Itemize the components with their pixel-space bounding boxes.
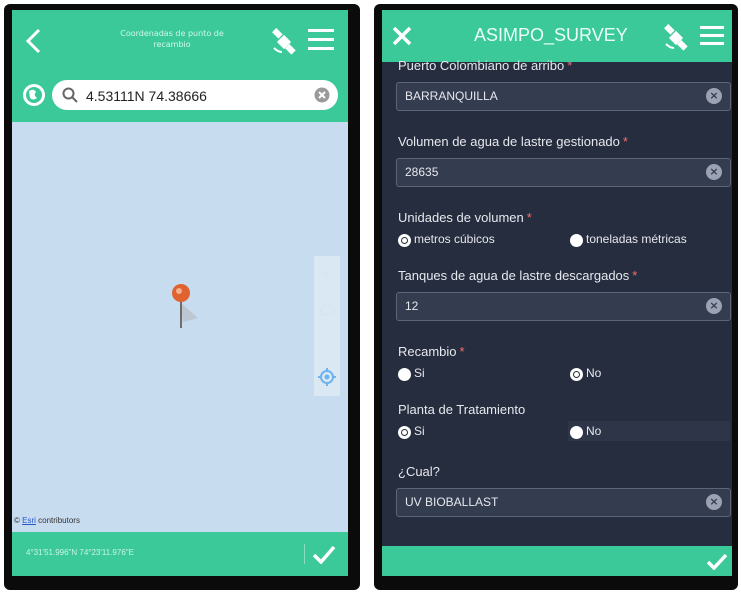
clear-icon[interactable]: × — [706, 298, 722, 314]
map-header: Coordenadas de punto de recambio — [12, 10, 348, 72]
form-title: ASIMPO_SURVEY — [474, 25, 628, 45]
clear-icon[interactable]: × — [706, 88, 722, 104]
home-icon[interactable] — [314, 294, 340, 324]
map-title: Coordenadas de punto de recambio — [120, 29, 224, 49]
radio-recambio-si[interactable] — [398, 368, 411, 381]
map-pin-icon — [172, 284, 198, 328]
satellite-icon[interactable] — [662, 22, 690, 52]
clear-icon[interactable]: × — [706, 164, 722, 180]
form-header: ASIMPO_SURVEY — [382, 10, 732, 62]
radio-recambio-no[interactable] — [570, 368, 583, 381]
tanques-input[interactable]: 12 × — [396, 292, 731, 321]
field-label-puerto: Puerto Colombiano de arribo * — [398, 58, 573, 73]
gps-locate-icon[interactable] — [314, 362, 340, 392]
clear-icon[interactable] — [314, 87, 330, 103]
field-label-recambio: Recambio * — [398, 344, 465, 359]
field-label-planta: Planta de Tratamiento — [398, 402, 526, 417]
satellite-icon[interactable] — [270, 26, 298, 56]
hamburger-menu-icon[interactable] — [700, 25, 724, 47]
search-icon — [62, 87, 78, 103]
radio-planta-no[interactable] — [570, 426, 583, 439]
back-chevron-icon[interactable] — [24, 28, 42, 54]
recambio-radio-group: Si No — [382, 366, 732, 384]
radio-metros[interactable] — [398, 234, 411, 247]
unidades-radio-group: metros cúbicos toneladas métricas — [382, 232, 732, 250]
radio-label-recambio-si: Si — [414, 366, 425, 380]
map-attribution: © Esri contributors — [14, 516, 80, 525]
puerto-input[interactable]: BARRANQUILLA × — [396, 82, 731, 111]
cual-input[interactable]: UV BIOBALLAST × — [396, 488, 731, 517]
close-x-icon[interactable] — [392, 26, 412, 46]
radio-label-metros: metros cúbicos — [414, 232, 495, 246]
field-label-volumen: Volumen de agua de lastre gestionado * — [398, 134, 628, 149]
checkmark-icon[interactable] — [312, 544, 336, 564]
esri-link[interactable]: Esri — [22, 516, 36, 525]
checkmark-icon[interactable] — [706, 552, 728, 570]
map-controls: + - — [314, 256, 340, 396]
form-footer — [382, 546, 732, 576]
map-footer: 4°31'51.996"N 74°23'11.976"E — [12, 532, 348, 576]
clear-icon[interactable]: × — [706, 494, 722, 510]
footer-divider — [304, 544, 305, 564]
radio-label-planta-no: No — [586, 424, 602, 438]
search-value: 4.53111N 74.38666 — [86, 88, 207, 104]
planta-radio-group: Si No — [382, 421, 732, 442]
radio-label-toneladas: toneladas métricas — [586, 232, 687, 246]
survey-form-screen: ASIMPO_SURVEY Puerto Colombiano de arrib… — [382, 10, 732, 576]
zoom-in-icon[interactable]: + — [314, 260, 340, 290]
radio-label-recambio-no: No — [586, 366, 602, 380]
field-label-cual: ¿Cual? — [398, 464, 440, 479]
field-label-unidades: Unidades de volumen * — [398, 210, 532, 225]
hamburger-menu-icon[interactable] — [308, 28, 334, 52]
coordinates-readout: 4°31'51.996"N 74°23'11.976"E — [26, 548, 134, 557]
globe-location-icon[interactable] — [22, 83, 46, 107]
radio-planta-si[interactable] — [398, 426, 411, 439]
zoom-out-icon[interactable]: - — [314, 328, 340, 358]
radio-toneladas[interactable] — [570, 234, 583, 247]
map-screen: Coordenadas de punto de recambio 4.53111 — [12, 10, 348, 576]
field-label-tanques: Tanques de agua de lastre descargados * — [398, 268, 638, 283]
radio-label-planta-si: Si — [414, 424, 425, 438]
volumen-input[interactable]: 28635 × — [396, 158, 731, 187]
